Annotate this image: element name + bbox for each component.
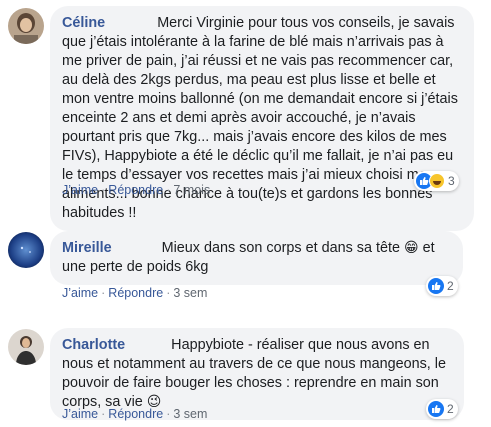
comment-actions: J’aime · Répondre · 3 sem: [62, 407, 208, 421]
comment-author[interactable]: Céline: [62, 15, 105, 31]
reaction-summary[interactable]: 3: [414, 171, 459, 191]
like-reaction-icon: [428, 401, 444, 417]
reaction-summary[interactable]: 2: [426, 276, 458, 296]
like-link[interactable]: J’aime: [62, 286, 98, 300]
like-link[interactable]: J’aime: [62, 407, 98, 421]
reply-link[interactable]: Répondre: [108, 407, 163, 421]
avatar[interactable]: [8, 8, 44, 44]
comment-actions: J’aime · Répondre · 7 mois: [62, 183, 211, 197]
reply-link[interactable]: Répondre: [108, 183, 163, 197]
comment-bubble: Céline Merci Virginie pour tous vos conse…: [50, 6, 474, 231]
reaction-count: 3: [448, 174, 455, 188]
avatar[interactable]: [8, 329, 44, 365]
comment-text: Mieux dans son corps et dans sa tête: [161, 240, 400, 256]
reaction-count: 2: [447, 279, 454, 293]
comment-bubble: Mireille Mieux dans son corps et dans sa …: [50, 231, 463, 285]
grin-emoji: 😁: [403, 240, 419, 256]
comment-actions: J’aime · Répondre · 3 sem: [62, 286, 208, 300]
avatar[interactable]: [8, 232, 44, 268]
like-link[interactable]: J’aime: [62, 183, 98, 197]
comment-time[interactable]: 3 sem: [173, 407, 207, 421]
reply-link[interactable]: Répondre: [108, 286, 163, 300]
comment-author[interactable]: Charlotte: [62, 337, 125, 353]
haha-reaction-icon: [429, 173, 445, 189]
comment-time[interactable]: 7 mois: [173, 183, 210, 197]
reaction-summary[interactable]: 2: [426, 399, 458, 419]
reaction-count: 2: [447, 402, 454, 416]
comment-time[interactable]: 3 sem: [173, 286, 207, 300]
comment-author[interactable]: Mireille: [62, 240, 112, 256]
like-reaction-icon: [428, 278, 444, 294]
